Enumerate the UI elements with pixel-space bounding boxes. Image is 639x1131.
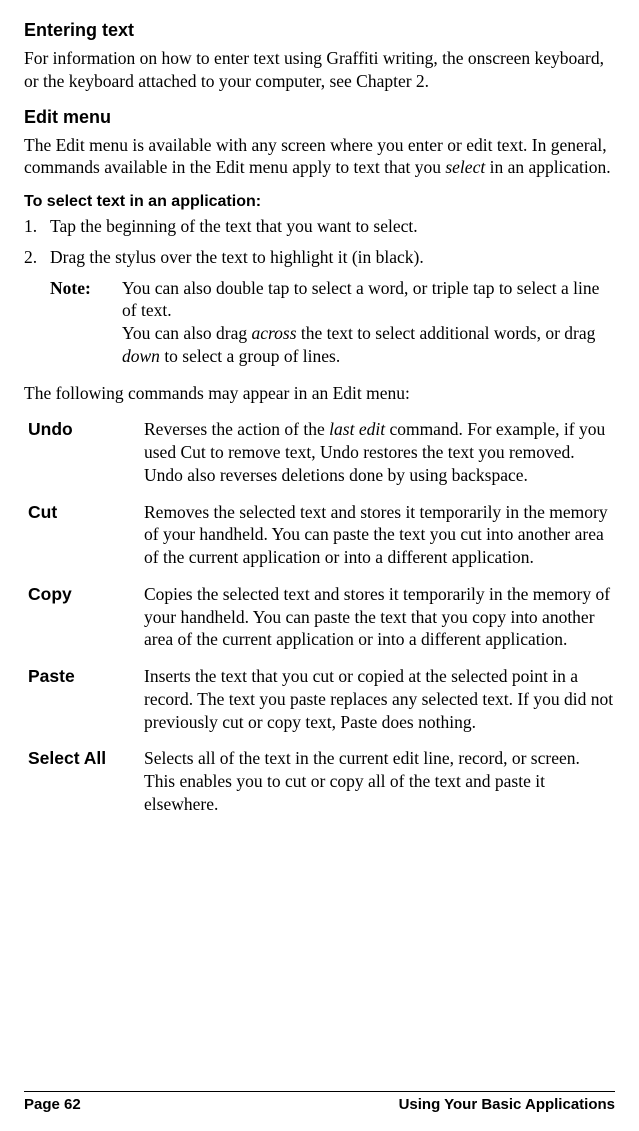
page-footer: Page 62 Using Your Basic Applications: [24, 1091, 615, 1113]
note-text: You can also double tap to select a word…: [122, 277, 615, 368]
followup-text: The following commands may appear in an …: [24, 382, 615, 405]
subheading-select-text: To select text in an application:: [24, 193, 615, 211]
step-2: 2. Drag the stylus over the text to high…: [24, 246, 615, 269]
note-block: Note: You can also double tap to select …: [50, 277, 615, 368]
edit-row-undo: Undo Reverses the action of the last edi…: [24, 418, 615, 486]
edit-menu-body: The Edit menu is available with any scre…: [24, 134, 615, 180]
page-number: Page 62: [24, 1096, 81, 1113]
edit-desc: Removes the selected text and stores it …: [144, 501, 615, 569]
chapter-title: Using Your Basic Applications: [399, 1096, 615, 1113]
step-number: 2.: [24, 246, 50, 269]
edit-term: Undo: [24, 418, 144, 486]
section-title-edit-menu: Edit menu: [24, 107, 615, 128]
section-title-entering-text: Entering text: [24, 20, 615, 41]
edit-term: Paste: [24, 665, 144, 733]
entering-text-body: For information on how to enter text usi…: [24, 47, 615, 93]
step-text: Drag the stylus over the text to highlig…: [50, 246, 615, 269]
edit-desc: Selects all of the text in the current e…: [144, 747, 615, 815]
edit-desc: Inserts the text that you cut or copied …: [144, 665, 615, 733]
edit-term: Copy: [24, 583, 144, 651]
note-label: Note:: [50, 277, 122, 368]
edit-term: Select All: [24, 747, 144, 815]
edit-desc: Reverses the action of the last edit com…: [144, 418, 615, 486]
edit-row-cut: Cut Removes the selected text and stores…: [24, 501, 615, 569]
edit-row-paste: Paste Inserts the text that you cut or c…: [24, 665, 615, 733]
edit-term: Cut: [24, 501, 144, 569]
edit-desc: Copies the selected text and stores it t…: [144, 583, 615, 651]
step-number: 1.: [24, 215, 50, 238]
edit-row-copy: Copy Copies the selected text and stores…: [24, 583, 615, 651]
step-text: Tap the beginning of the text that you w…: [50, 215, 615, 238]
edit-row-select-all: Select All Selects all of the text in th…: [24, 747, 615, 815]
edit-commands-table: Undo Reverses the action of the last edi…: [24, 418, 615, 815]
step-1: 1. Tap the beginning of the text that yo…: [24, 215, 615, 238]
